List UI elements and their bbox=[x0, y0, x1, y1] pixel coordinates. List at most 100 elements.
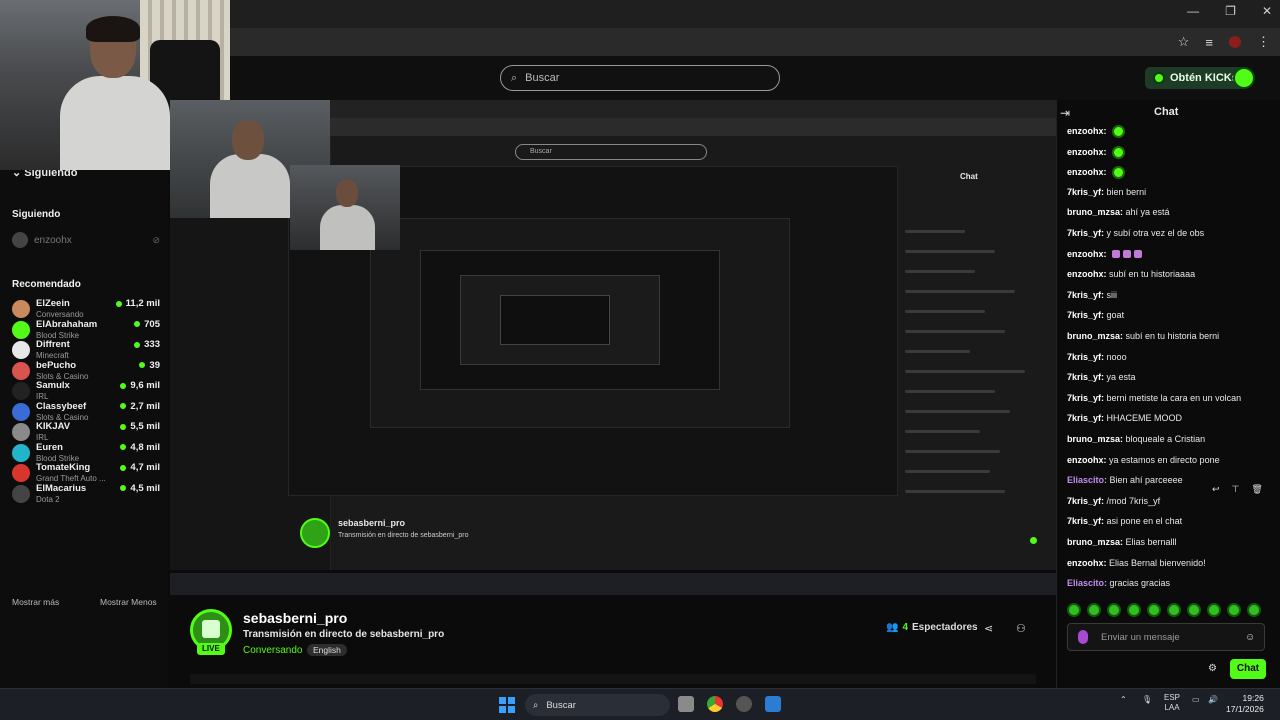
chat-send-button[interactable]: Chat bbox=[1230, 659, 1266, 679]
chat-message[interactable]: 7kris_yf: y subí otra vez el de obs bbox=[1067, 228, 1204, 238]
chat-message[interactable]: 7kris_yf: bien berni bbox=[1067, 187, 1146, 197]
chat-username[interactable]: bruno_mzsa: bbox=[1067, 537, 1123, 547]
chat-message[interactable]: 7kris_yf: berni metiste la cara en un vo… bbox=[1067, 393, 1241, 403]
menu-kebab-icon[interactable]: ⋮ bbox=[1257, 34, 1270, 50]
chat-message[interactable]: enzoohx: bbox=[1067, 125, 1126, 138]
chat-username[interactable]: 7kris_yf: bbox=[1067, 393, 1104, 403]
pin-icon[interactable]: ⊤ bbox=[1232, 484, 1240, 495]
reply-icon[interactable]: ↩ bbox=[1212, 484, 1220, 495]
chat-username[interactable]: 7kris_yf: bbox=[1067, 290, 1104, 300]
chat-message[interactable]: Eliascito: gracias gracias bbox=[1067, 578, 1170, 588]
chat-message[interactable]: bruno_mzsa: Elias bernalll bbox=[1067, 537, 1177, 547]
language-indicator[interactable]: ESP LAA bbox=[1164, 693, 1180, 713]
chat-message[interactable]: bruno_mzsa: subí en tu historia berni bbox=[1067, 331, 1219, 341]
emote-icon[interactable] bbox=[1247, 603, 1261, 617]
chat-username[interactable]: 7kris_yf: bbox=[1067, 516, 1104, 526]
chat-message[interactable]: 7kris_yf: ya esta bbox=[1067, 372, 1136, 382]
chat-message[interactable]: 7kris_yf: asi pone en el chat bbox=[1067, 516, 1182, 526]
chat-username[interactable]: 7kris_yf: bbox=[1067, 496, 1104, 506]
chat-username[interactable]: 7kris_yf: bbox=[1067, 228, 1104, 238]
emote-icon[interactable] bbox=[1127, 603, 1141, 617]
microphone-tray-icon[interactable]: 🎙 bbox=[1142, 695, 1152, 704]
tray-chevron-icon[interactable]: ⌃ bbox=[1120, 695, 1127, 704]
chat-username[interactable]: enzoohx: bbox=[1067, 167, 1107, 177]
stream-category[interactable]: Conversando bbox=[243, 645, 302, 656]
chat-message[interactable]: Eliascito: Bien ahí parceeee bbox=[1067, 475, 1183, 485]
chat-message[interactable]: 7kris_yf: /mod 7kris_yf bbox=[1067, 496, 1160, 506]
chat-message[interactable]: 7kris_yf: goat bbox=[1067, 310, 1124, 320]
chat-text: bloqueale a Cristian bbox=[1125, 434, 1206, 444]
collapse-chat-icon[interactable]: ⇥ bbox=[1060, 106, 1070, 120]
close-icon[interactable]: ✕ bbox=[1262, 4, 1272, 18]
windows-start-icon[interactable] bbox=[499, 697, 515, 713]
chrome-icon[interactable] bbox=[707, 696, 723, 712]
media-control-icon[interactable]: ≡ bbox=[1205, 35, 1213, 50]
chat-settings-icon[interactable]: ⚙ bbox=[1208, 663, 1217, 674]
chat-message[interactable]: enzoohx: bbox=[1067, 145, 1126, 159]
share-icon[interactable]: ⋖ bbox=[984, 622, 993, 635]
chat-username[interactable]: enzoohx: bbox=[1067, 249, 1107, 259]
chat-username[interactable]: enzoohx: bbox=[1067, 455, 1107, 465]
chat-message[interactable]: 7kris_yf: HHACEME MOOD bbox=[1067, 413, 1182, 423]
emote-icon[interactable] bbox=[1147, 603, 1161, 617]
taskbar-search[interactable]: ⌕ Buscar bbox=[525, 694, 670, 716]
search-input[interactable]: ⌕ Buscar bbox=[500, 65, 780, 91]
live-dot-icon bbox=[139, 362, 146, 368]
streamer-name[interactable]: sebasberni_pro bbox=[243, 610, 347, 626]
emote-icon[interactable] bbox=[1107, 603, 1121, 617]
chat-message[interactable]: 7kris_yf: nooo bbox=[1067, 352, 1127, 362]
microphone-icon[interactable] bbox=[1078, 630, 1088, 644]
volume-icon[interactable]: 🔊 bbox=[1208, 695, 1218, 704]
profile-icon[interactable] bbox=[1229, 36, 1241, 48]
chat-username[interactable]: bruno_mzsa: bbox=[1067, 207, 1123, 217]
chat-username[interactable]: 7kris_yf: bbox=[1067, 187, 1104, 197]
chat-text: y subí otra vez el de obs bbox=[1106, 228, 1205, 238]
channel-name: Classybeef bbox=[36, 400, 87, 412]
chat-username[interactable]: enzoohx: bbox=[1067, 126, 1107, 136]
restore-icon[interactable]: ❐ bbox=[1225, 4, 1236, 18]
chat-username[interactable]: bruno_mzsa: bbox=[1067, 331, 1123, 341]
chat-message[interactable]: enzoohx: bbox=[1067, 249, 1143, 259]
chat-username[interactable]: 7kris_yf: bbox=[1067, 310, 1104, 320]
chat-message[interactable]: bruno_mzsa: bloqueale a Cristian bbox=[1067, 434, 1205, 444]
emote-icon[interactable] bbox=[1187, 603, 1201, 617]
file-explorer-icon[interactable] bbox=[678, 696, 694, 712]
recommended-channel[interactable]: ElMacarius Dota 2 4,5 mil bbox=[12, 482, 160, 508]
following-item[interactable]: enzoohx ⊘ bbox=[12, 232, 160, 248]
chat-username[interactable]: enzoohx: bbox=[1067, 558, 1107, 568]
emote-icon[interactable] bbox=[1207, 603, 1221, 617]
bookmark-star-icon[interactable]: ☆ bbox=[1178, 34, 1190, 50]
chat-username[interactable]: 7kris_yf: bbox=[1067, 372, 1104, 382]
delete-icon[interactable]: 🗑 bbox=[1251, 484, 1262, 495]
emote-icon[interactable] bbox=[1227, 603, 1241, 617]
emoji-picker-icon[interactable]: ☺ bbox=[1245, 632, 1255, 643]
chat-message[interactable]: enzoohx: ya estamos en directo pone bbox=[1067, 455, 1220, 465]
emote-icon[interactable] bbox=[1167, 603, 1181, 617]
emote-icon[interactable] bbox=[1067, 603, 1081, 617]
app-icon[interactable] bbox=[765, 696, 781, 712]
chat-username[interactable]: bruno_mzsa: bbox=[1067, 434, 1123, 444]
obs-icon[interactable] bbox=[736, 696, 752, 712]
minimize-icon[interactable]: — bbox=[1187, 4, 1199, 18]
get-kicks-button[interactable]: Obtén KICKs bbox=[1145, 67, 1246, 89]
chat-username[interactable]: Eliascito: bbox=[1067, 475, 1107, 485]
channel-category: Dota 2 bbox=[36, 494, 60, 504]
chat-message[interactable]: enzoohx: Elias Bernal bienvenido! bbox=[1067, 558, 1206, 568]
chat-username[interactable]: enzoohx: bbox=[1067, 269, 1107, 279]
show-less-link[interactable]: Mostrar Menos bbox=[100, 597, 157, 607]
chat-message[interactable]: bruno_mzsa: ahí ya está bbox=[1067, 207, 1170, 217]
chat-message[interactable]: 7kris_yf: siii bbox=[1067, 290, 1117, 300]
follow-user-icon[interactable]: ⚇ bbox=[1016, 622, 1026, 635]
user-avatar[interactable] bbox=[1233, 67, 1255, 89]
chat-username[interactable]: 7kris_yf: bbox=[1067, 413, 1104, 423]
chat-message[interactable]: enzoohx: subí en tu historiaaaa bbox=[1067, 269, 1195, 279]
network-icon[interactable]: ▭ bbox=[1192, 695, 1200, 704]
system-clock[interactable]: 19:26 17/1/2026 bbox=[1226, 693, 1264, 715]
chat-username[interactable]: Eliascito: bbox=[1067, 578, 1107, 588]
show-more-link[interactable]: Mostrar más bbox=[12, 597, 59, 607]
emote-icon[interactable] bbox=[1087, 603, 1101, 617]
chat-message[interactable]: enzoohx: bbox=[1067, 166, 1126, 180]
chat-username[interactable]: enzoohx: bbox=[1067, 146, 1107, 156]
stream-language-tag[interactable]: English bbox=[307, 644, 347, 656]
chat-username[interactable]: 7kris_yf: bbox=[1067, 352, 1104, 362]
